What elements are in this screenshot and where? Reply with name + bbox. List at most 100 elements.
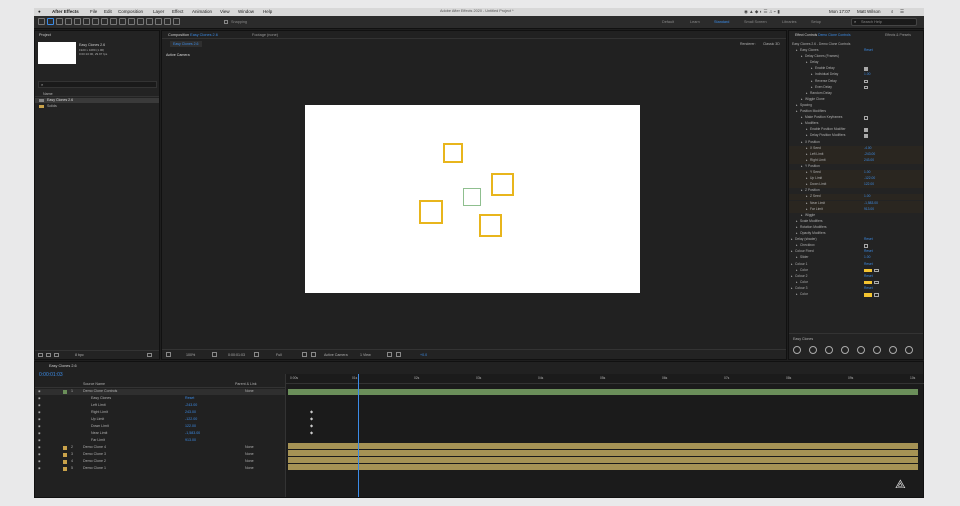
label-color-swatch[interactable] <box>63 453 67 457</box>
layer-row[interactable]: ◉ 5 Demo Clone 1 None <box>35 466 285 472</box>
effect-row[interactable]: ▸ Make Position Keyframes <box>789 115 923 121</box>
disclosure-arrow-icon[interactable]: ▸ <box>796 292 798 296</box>
visibility-eye-icon[interactable]: ◉ <box>38 403 41 407</box>
disclosure-arrow-icon[interactable]: ▸ <box>801 140 803 144</box>
menu-help[interactable]: Help <box>263 9 272 14</box>
toggle-pixel-icon[interactable] <box>387 352 392 357</box>
region-icon[interactable] <box>302 352 307 357</box>
disclosure-arrow-icon[interactable]: ▸ <box>806 194 808 198</box>
effect-row[interactable]: ▸ Colour 3 Reset <box>789 286 923 292</box>
effect-row[interactable]: ▸ Position Modifiers <box>789 109 923 115</box>
effect-row[interactable]: ▸ Checkbox <box>789 243 923 249</box>
timeline-tab[interactable]: Easy Clones 2.6 <box>49 364 77 368</box>
effect-row[interactable]: ▸ Y Seed 1.00 <box>789 170 923 176</box>
brush-tool-icon[interactable] <box>137 18 144 25</box>
layer-row[interactable]: ◉ Left Limit -243.00 <box>35 403 285 409</box>
effect-row-value[interactable]: -1,583.00 <box>864 201 878 205</box>
visibility-eye-icon[interactable]: ◉ <box>38 452 41 456</box>
disclosure-arrow-icon[interactable]: ▸ <box>801 97 803 101</box>
effect-row[interactable]: ▸ Colour 2 Reset <box>789 274 923 280</box>
effects-presets-tab[interactable]: Effects & Presets <box>885 33 911 37</box>
effect-row[interactable]: ▸ Down Limit 122.00 <box>789 182 923 189</box>
pan-tool-icon[interactable] <box>83 18 90 25</box>
effect-row-value[interactable]: Reset <box>864 237 873 241</box>
clone-square[interactable] <box>443 143 463 163</box>
trash-icon[interactable] <box>147 353 152 357</box>
menu-window[interactable]: Window <box>238 9 254 14</box>
parent-value[interactable]: None <box>245 445 254 449</box>
comp-timecode[interactable]: 0:00:01:03 <box>228 353 245 357</box>
effect-row[interactable]: ▸ Colour Fixed Reset <box>789 249 923 255</box>
add-icon[interactable] <box>809 346 817 354</box>
pen-tool-icon[interactable] <box>119 18 126 25</box>
effect-row[interactable]: ▸ Far Limit 913.00 <box>789 206 923 213</box>
layer-row[interactable]: ◉ 2 Demo Clone 4 None <box>35 445 285 451</box>
camera-dropdown[interactable]: Active Camera <box>324 353 348 357</box>
effect-row-value[interactable]: 122.00 <box>864 182 874 186</box>
workspace-setup[interactable]: Setup <box>811 20 821 24</box>
disclosure-arrow-icon[interactable]: ▸ <box>801 164 803 168</box>
layer-row[interactable]: ◉ Up Limit -122.00 <box>35 417 285 423</box>
disclosure-arrow-icon[interactable]: ▸ <box>811 85 813 89</box>
visibility-eye-icon[interactable]: ◉ <box>38 445 41 449</box>
disclosure-arrow-icon[interactable]: ▸ <box>796 225 798 229</box>
disclosure-arrow-icon[interactable]: ▸ <box>806 170 808 174</box>
effect-checkbox[interactable] <box>864 128 868 132</box>
effect-row[interactable]: ▸ Opacity Modifiers <box>789 231 923 237</box>
rectangle-tool-icon[interactable] <box>110 18 117 25</box>
effect-row[interactable]: ▸ Delay (shader) Reset <box>789 237 923 243</box>
disclosure-arrow-icon[interactable]: ▸ <box>801 213 803 217</box>
disclosure-arrow-icon[interactable]: ▸ <box>796 231 798 235</box>
layer-bar[interactable] <box>288 457 918 463</box>
disclosure-arrow-icon[interactable]: ▸ <box>801 121 803 125</box>
color-swatch[interactable] <box>864 268 872 273</box>
project-search-input[interactable]: ⌕ <box>38 81 157 88</box>
zoom-tool-icon[interactable] <box>65 18 72 25</box>
help-icon[interactable] <box>905 346 913 354</box>
disclosure-arrow-icon[interactable]: ▸ <box>806 133 808 137</box>
eyedropper-icon[interactable] <box>874 293 879 297</box>
parent-header[interactable]: Parent & Link <box>235 382 257 386</box>
effect-checkbox[interactable] <box>864 134 868 138</box>
disclosure-arrow-icon[interactable]: ▸ <box>796 243 798 247</box>
puppet-tool-icon[interactable] <box>173 18 180 25</box>
snapshot-icon[interactable] <box>212 352 217 357</box>
workspace-small-screen[interactable]: Small Screen <box>744 20 767 24</box>
label-color-swatch[interactable] <box>63 446 67 450</box>
composition-tab-link[interactable]: Easy Clones 2.6 <box>190 33 218 37</box>
parent-value[interactable]: None <box>245 466 254 470</box>
visibility-eye-icon[interactable]: ◉ <box>38 389 41 393</box>
control-layer-bar[interactable] <box>288 389 918 395</box>
effect-row[interactable]: ▸ X Seed -4.00 <box>789 145 923 152</box>
timeline-timecode[interactable]: 0:00:01:03 <box>39 372 63 378</box>
effect-controls-tab[interactable]: Effect Controls Demo Clone Controls <box>795 33 851 37</box>
effect-row[interactable]: ▸ Modifiers <box>789 121 923 127</box>
resolution-dropdown[interactable]: Full <box>276 353 282 357</box>
menu-file[interactable]: File <box>90 9 97 14</box>
disclosure-arrow-icon[interactable]: ▸ <box>796 109 798 113</box>
menu-layer[interactable]: Layer <box>153 9 164 14</box>
search-help-input[interactable]: ⌕ Search Help <box>851 18 917 26</box>
name-column-header[interactable]: Name <box>43 92 53 96</box>
visibility-eye-icon[interactable]: ◉ <box>38 431 41 435</box>
effect-row-value[interactable]: Reset <box>864 286 873 290</box>
visibility-eye-icon[interactable]: ◉ <box>38 438 41 442</box>
disclosure-arrow-icon[interactable]: ▸ <box>806 60 808 64</box>
exposure-value[interactable]: +0.0 <box>420 353 427 357</box>
camera-icon[interactable] <box>254 352 259 357</box>
disclosure-arrow-icon[interactable]: ▸ <box>811 66 813 70</box>
effect-checkbox[interactable] <box>864 244 868 248</box>
search-icon[interactable]: ⌕ <box>891 9 894 14</box>
keyframe-icon[interactable]: ◆ <box>310 409 313 414</box>
disclosure-arrow-icon[interactable]: ▸ <box>791 286 793 290</box>
effect-row-value[interactable]: 913.00 <box>864 207 874 211</box>
effect-row[interactable]: ▸ Colour 1 Reset <box>789 262 923 268</box>
playhead[interactable] <box>358 374 360 497</box>
orbit-tool-icon[interactable] <box>74 18 81 25</box>
disclosure-arrow-icon[interactable]: ▸ <box>801 188 803 192</box>
layer-row[interactable]: ◉ Near Limit -1,583.00 <box>35 431 285 437</box>
menu-composition[interactable]: Composition <box>118 9 143 14</box>
disclosure-arrow-icon[interactable]: ▸ <box>806 91 808 95</box>
visibility-eye-icon[interactable]: ◉ <box>38 424 41 428</box>
disclosure-arrow-icon[interactable]: ▸ <box>806 127 808 131</box>
